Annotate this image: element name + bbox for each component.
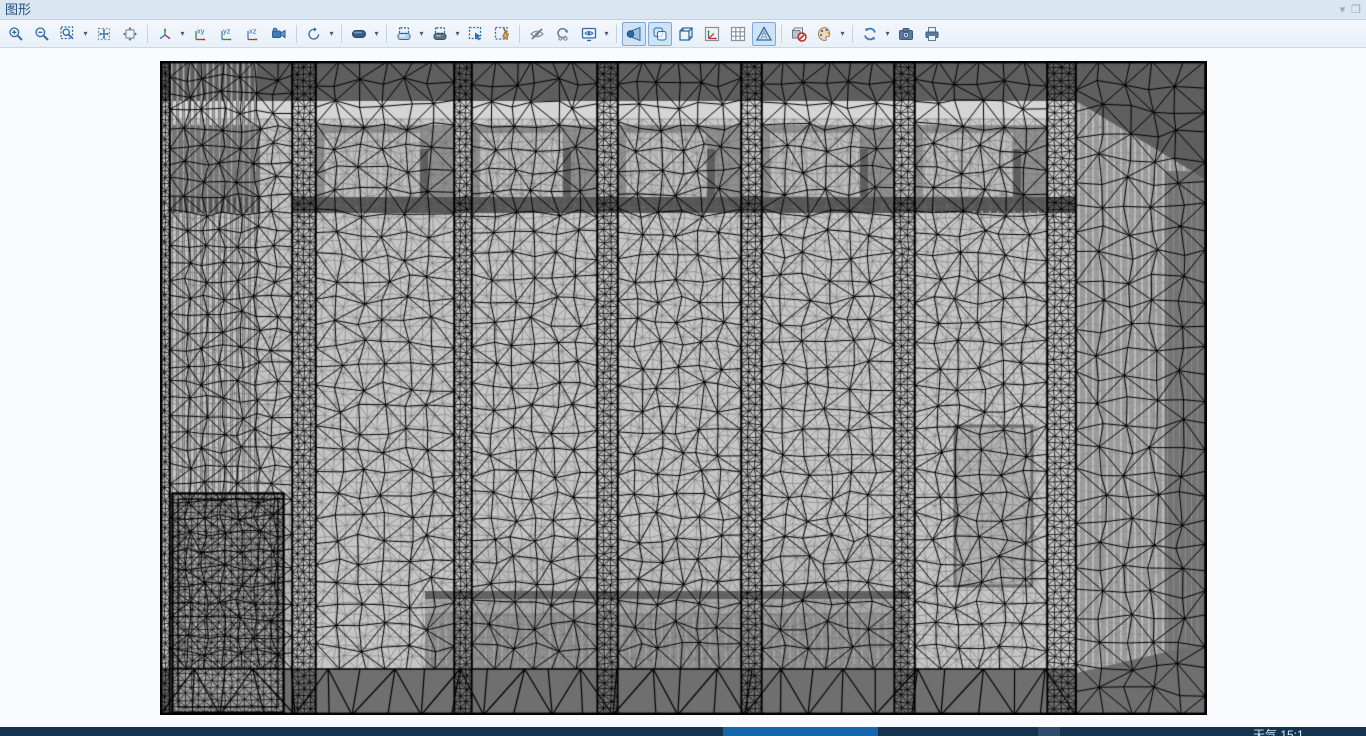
clear-selection-button[interactable] <box>490 22 514 46</box>
toolbar-separator <box>852 25 853 43</box>
toolbar-separator <box>616 25 617 43</box>
update-view-button[interactable] <box>858 22 882 46</box>
scene-view-button[interactable] <box>577 22 601 46</box>
zoom-selected-button[interactable] <box>92 22 116 46</box>
snapshot-button[interactable] <box>894 22 918 46</box>
view-yz-button[interactable]: yz <box>215 22 239 46</box>
update-view-button-dropdown[interactable]: ▾ <box>883 29 892 38</box>
graphics-toolbar: ▾ ▾ xy yz xz ▾ ▾ ▾ ▾ ▾ ▾ ▾ <box>0 20 1366 48</box>
toolbar-separator <box>519 25 520 43</box>
toolbar-separator <box>296 25 297 43</box>
hide-selected-button[interactable] <box>525 22 549 46</box>
toolbar-separator <box>147 25 148 43</box>
rotate-button-dropdown[interactable]: ▾ <box>327 29 336 38</box>
transparency-toggle[interactable] <box>648 22 672 46</box>
zoom-extents-button[interactable] <box>118 22 142 46</box>
view-xy-button[interactable]: xy <box>189 22 213 46</box>
taskbar-active-app-button[interactable] <box>723 727 878 736</box>
go-to-view-button[interactable] <box>267 22 291 46</box>
svg-text:xy: xy <box>197 26 205 35</box>
taskbar-clock[interactable]: 天气 15:1 <box>1253 729 1304 736</box>
select-mode-button-dropdown[interactable]: ▾ <box>417 29 426 38</box>
wireframe-toggle[interactable] <box>674 22 698 46</box>
zoom-box-button-dropdown[interactable]: ▾ <box>81 29 90 38</box>
deselect-mode-button-dropdown[interactable]: ▾ <box>453 29 462 38</box>
print-button[interactable] <box>920 22 944 46</box>
show-grid-toggle[interactable] <box>726 22 750 46</box>
rotate-button[interactable] <box>302 22 326 46</box>
float-window-button[interactable]: ❐ <box>1351 3 1361 16</box>
mesh-plot[interactable] <box>160 61 1207 715</box>
select-mode-button[interactable] <box>392 22 416 46</box>
show-mesh-toggle[interactable] <box>752 22 776 46</box>
view-xz-button[interactable]: xz <box>241 22 265 46</box>
svg-text:yz: yz <box>223 26 231 35</box>
zoom-box-button[interactable] <box>56 22 80 46</box>
box-select-button[interactable] <box>464 22 488 46</box>
pan-tool-button-dropdown[interactable]: ▾ <box>372 29 381 38</box>
window-controls: ▾❐ <box>1337 0 1364 19</box>
graphics-canvas-area <box>0 48 1366 729</box>
panel-title: 图形 <box>0 0 36 19</box>
view-hidden-button[interactable] <box>551 22 575 46</box>
scene-view-button-dropdown[interactable]: ▾ <box>602 29 611 38</box>
zoom-out-button[interactable] <box>30 22 54 46</box>
zoom-in-button[interactable] <box>4 22 28 46</box>
taskbar[interactable]: 天气 15:1 <box>0 727 1366 736</box>
show-axis-toggle[interactable] <box>700 22 724 46</box>
toolbar-separator <box>386 25 387 43</box>
toolbar-separator <box>341 25 342 43</box>
svg-text:xz: xz <box>249 26 257 35</box>
default-view-button[interactable] <box>153 22 177 46</box>
scene-light-toggle[interactable] <box>622 22 646 46</box>
graphics-window: 图形 ▾❐ ▾▾xyyzxz▾▾▾▾▾▾▾ 天气 15:1 <box>0 0 1366 736</box>
pan-tool-button[interactable] <box>347 22 371 46</box>
color-theme-button[interactable] <box>813 22 837 46</box>
window-menu-button[interactable]: ▾ <box>1340 3 1346 16</box>
default-view-button-dropdown[interactable]: ▾ <box>178 29 187 38</box>
taskbar-tray-button[interactable] <box>1038 727 1060 736</box>
color-theme-button-dropdown[interactable]: ▾ <box>838 29 847 38</box>
graphics-title-bar: 图形 ▾❐ <box>0 0 1366 20</box>
deselect-mode-button[interactable] <box>428 22 452 46</box>
hide-geometry-button[interactable] <box>787 22 811 46</box>
toolbar-separator <box>781 25 782 43</box>
